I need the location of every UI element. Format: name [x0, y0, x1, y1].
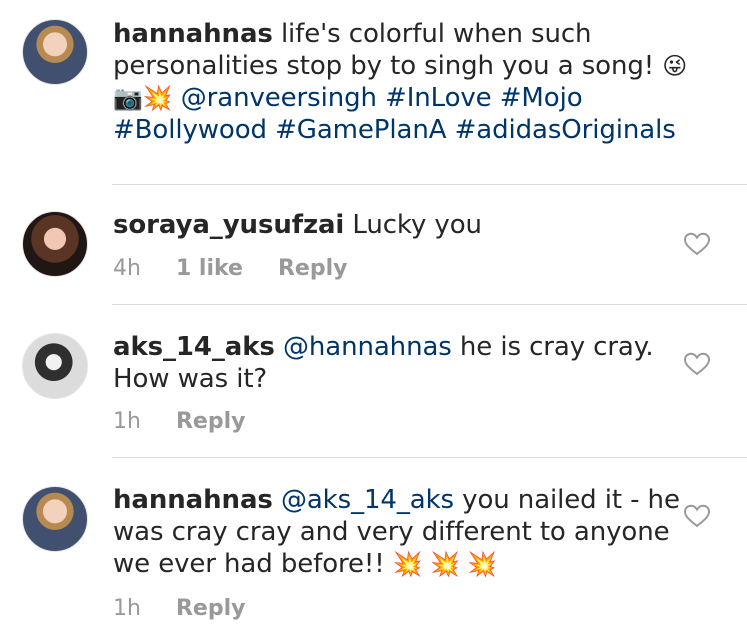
avatar[interactable]: [22, 486, 88, 552]
comment-username[interactable]: aks_14_aks: [113, 332, 275, 362]
avatar[interactable]: [22, 211, 88, 277]
heart-icon[interactable]: [683, 232, 711, 256]
caption-text: hannahnas life's colorful when such pers…: [113, 18, 713, 146]
caption-username[interactable]: hannahnas: [113, 19, 273, 49]
avatar[interactable]: [22, 333, 88, 399]
divider: [112, 304, 747, 305]
heart-icon[interactable]: [683, 352, 711, 376]
comment-username[interactable]: hannahnas: [113, 485, 273, 515]
divider: [112, 457, 747, 458]
reply-button[interactable]: Reply: [278, 256, 348, 281]
comment-time: 1h: [113, 409, 141, 434]
comment-mention[interactable]: @hannahnas: [283, 332, 452, 362]
comment-likes[interactable]: 1 like: [176, 256, 243, 281]
comment-username[interactable]: soraya_yusufzai: [113, 210, 344, 240]
reply-button[interactable]: Reply: [176, 596, 246, 621]
comment-time: 1h: [113, 596, 141, 621]
comment-body: Lucky you: [352, 210, 482, 240]
reply-button[interactable]: Reply: [176, 409, 246, 434]
comment-time: 4h: [113, 256, 141, 281]
comment-meta: 4h 1 like Reply: [113, 255, 375, 283]
comment-text: aks_14_aks @hannahnas he is cray cray. H…: [113, 331, 693, 395]
comment-meta: 1h Reply: [113, 408, 273, 436]
comment-mention[interactable]: @aks_14_aks: [281, 485, 454, 515]
comment-emojis: 💥 💥 💥: [392, 550, 498, 578]
comment-meta: 1h Reply: [113, 595, 273, 623]
comment-text: soraya_yusufzai Lucky you: [113, 209, 693, 241]
caption-mention[interactable]: @ranveersingh: [181, 83, 377, 113]
avatar[interactable]: [22, 19, 88, 85]
divider: [112, 184, 747, 185]
comment-text: hannahnas @aks_14_aks you nailed it - he…: [113, 484, 693, 580]
heart-icon[interactable]: [683, 504, 711, 528]
